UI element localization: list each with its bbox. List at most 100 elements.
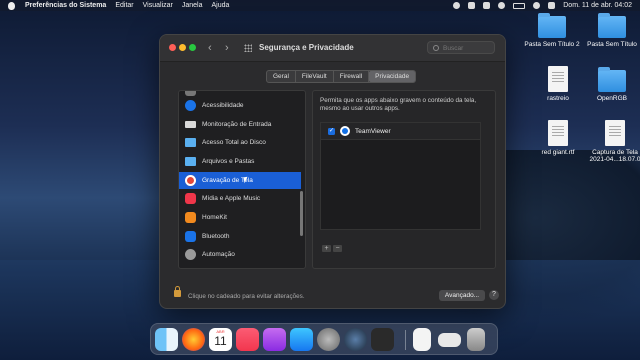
lock-icon[interactable] [174,286,181,297]
folder-icon [598,13,626,38]
teamviewer-icon[interactable] [371,328,394,351]
control-center-icon[interactable] [548,2,556,9]
teamviewer-checkbox[interactable]: ✓ [328,127,335,135]
desktop-icon-label: Pasta Sem Título [587,41,637,48]
zoom-button[interactable] [189,44,196,51]
teamviewer-icon [340,126,350,136]
sound-icon[interactable] [483,2,491,9]
desktop-icon-openrgb[interactable]: OpenRGB [580,67,640,102]
preview-icon[interactable] [438,333,461,347]
search-menu-icon[interactable] [533,2,541,9]
help-button[interactable]: ? [489,290,499,300]
steam-icon[interactable] [344,328,367,351]
wifi-icon[interactable] [498,2,506,9]
sidebar-item-arquivos[interactable]: Arquivos e Pastas [179,153,301,170]
dock-separator [405,330,406,350]
window-title: Segurança e Privacidade [259,43,354,52]
privacy-category-list: Acessibilidade Monitoração de Entrada Ac… [178,90,306,269]
tab-bar: Geral FileVault Firewall Privacidade [266,70,417,83]
mouse-cursor-icon [243,176,249,184]
menu-editar[interactable]: Editar [115,2,133,9]
folder-icon [185,138,196,147]
accessibility-icon [185,100,196,111]
desktop-icon-captura[interactable]: Captura de Tela 2021-04...18.07.0 [583,120,640,163]
tab-firewall[interactable]: Firewall [334,71,370,82]
forward-button[interactable]: › [225,42,229,54]
desktop-icon-label: OpenRGB [597,95,627,102]
menu-bar: Preferências do Sistema Editar Visualiza… [0,0,640,11]
desktop-icon-pasta[interactable]: Pasta Sem Título [580,13,640,48]
add-button[interactable]: + [322,245,331,252]
tab-geral[interactable]: Geral [267,71,296,82]
tab-filevault[interactable]: FileVault [296,71,334,82]
teamviewer-menu-icon[interactable] [468,2,476,9]
remove-button[interactable]: − [333,245,342,252]
document-icon[interactable] [413,328,431,351]
document-icon [548,66,568,92]
firefox-icon[interactable] [182,328,205,351]
sidebar-item-label: Acessibilidade [202,102,244,109]
music-icon [185,193,196,204]
preferences-window: ‹ › Segurança e Privacidade Geral FileVa… [159,34,506,309]
battery-icon[interactable] [513,2,526,9]
menu-app-name[interactable]: Preferências do Sistema [25,2,106,9]
apple-menu-icon[interactable] [8,1,15,10]
desktop-icon-red-giant[interactable]: red giant.rtf [526,120,590,156]
permission-description: Permita que os apps abaixo gravem o cont… [320,97,477,112]
keyboard-icon [185,121,196,128]
sidebar-item-bluetooth[interactable]: Bluetooth [179,228,301,245]
menu-janela[interactable]: Janela [182,2,203,9]
desktop-icon-pasta-2[interactable]: Pasta Sem Título 2 [520,13,584,48]
back-button[interactable]: ‹ [208,42,212,54]
sidebar-scrollbar[interactable] [300,191,303,236]
window-footer: Clique no cadeado para evitar alterações… [160,283,505,308]
sidebar-item-label: HomeKit [202,214,227,221]
lock-text: Clique no cadeado para evitar alterações… [188,293,305,300]
sidebar-item-acessibilidade[interactable]: Acessibilidade [179,97,301,114]
sidebar-item-label: Mídia e Apple Music [202,195,261,202]
finder-icon[interactable] [155,328,178,351]
sidebar-item-automacao[interactable]: Automação [179,246,301,263]
minimize-button[interactable] [179,44,186,51]
music-icon[interactable] [236,328,259,351]
system-preferences-icon[interactable] [317,328,340,351]
tab-privacidade[interactable]: Privacidade [369,71,416,82]
desktop-icon-label: red giant.rtf [541,149,575,156]
calendar-icon[interactable]: ABR 11 [209,328,232,351]
home-icon [185,212,196,223]
app-list: ✓ TeamViewer [320,122,481,230]
location-icon [185,91,196,96]
desktop-icon-label: rastreio [547,95,569,102]
gear-icon [185,249,196,260]
menu-ajuda[interactable]: Ajuda [211,2,229,9]
sidebar-item-gravacao-tela[interactable]: Gravação de Tela [179,172,301,189]
desktop-icon-label: Pasta Sem Título 2 [524,41,580,48]
sidebar-item-homekit[interactable]: HomeKit [179,209,301,226]
app-name: TeamViewer [355,127,391,135]
detail-panel: Permita que os apps abaixo gravem o cont… [312,90,496,269]
desktop-icon-label: Captura de Tela 2021-04...18.07.0 [589,149,640,163]
podcasts-icon[interactable] [263,328,286,351]
search-icon [433,45,439,51]
sidebar-item-label: Arquivos e Pastas [202,158,255,165]
screenshot-icon [605,120,625,146]
search-input[interactable] [441,42,495,55]
trash-icon[interactable] [467,328,485,351]
show-all-grid-icon[interactable] [244,44,252,52]
app-store-icon[interactable] [290,328,313,351]
record-icon[interactable] [453,2,461,9]
advanced-button[interactable]: Avançado... [439,290,485,301]
bluetooth-icon [185,231,196,242]
search-field[interactable] [427,41,495,55]
sidebar-item-midia[interactable]: Mídia e Apple Music [179,190,301,207]
menu-visualizar[interactable]: Visualizar [143,2,173,9]
sidebar-item-acesso-disco[interactable]: Acesso Total ao Disco [179,134,301,151]
sidebar-item-label: Monitoração de Entrada [202,121,272,128]
close-button[interactable] [169,44,176,51]
folder-icon [538,13,566,38]
menu-clock[interactable]: Dom. 11 de abr. 04:02 [563,2,632,9]
folder-icon [598,67,626,92]
dock: ABR 11 [150,323,498,355]
app-row-teamviewer[interactable]: ✓ TeamViewer [321,123,480,140]
sidebar-item-monitoracao[interactable]: Monitoração de Entrada [179,116,301,133]
